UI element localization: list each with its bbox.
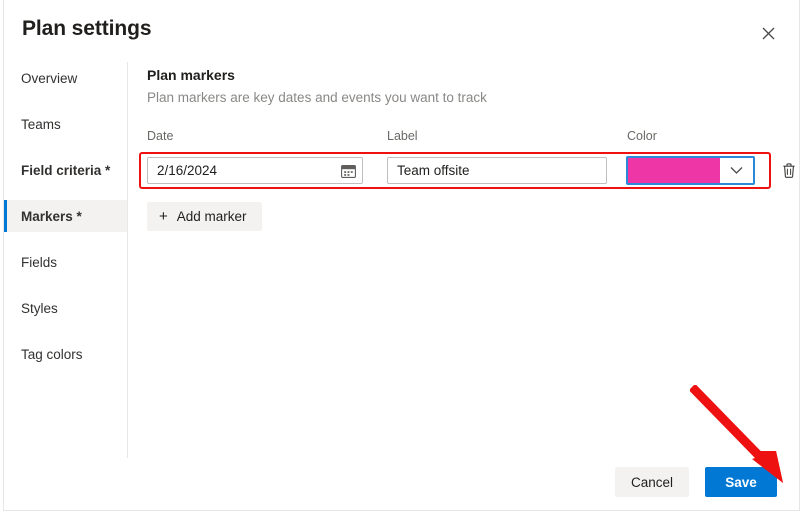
chevron-down-icon xyxy=(720,158,753,183)
add-marker-label: Add marker xyxy=(176,209,247,224)
settings-sidebar: Overview Teams Field criteria * Markers … xyxy=(4,62,128,458)
column-header-color: Color xyxy=(627,129,657,143)
sidebar-item-label: Styles xyxy=(21,300,58,316)
sidebar-item-markers[interactable]: Markers * xyxy=(4,200,127,232)
plus-icon: + xyxy=(159,208,168,225)
sidebar-item-tag-colors[interactable]: Tag colors xyxy=(4,338,127,370)
plan-settings-dialog: Plan settings Overview Teams Field crite… xyxy=(3,0,800,511)
column-header-label: Label xyxy=(387,129,418,143)
section-title: Plan markers xyxy=(147,67,235,83)
sidebar-item-teams[interactable]: Teams xyxy=(4,108,127,140)
delete-marker-button[interactable] xyxy=(778,161,800,183)
cancel-button[interactable]: Cancel xyxy=(614,467,689,497)
page-title: Plan settings xyxy=(22,17,152,40)
save-button[interactable]: Save xyxy=(705,467,777,497)
trash-icon xyxy=(781,162,797,182)
calendar-icon[interactable] xyxy=(341,164,356,178)
add-marker-button[interactable]: + Add marker xyxy=(147,202,262,231)
sidebar-item-fields[interactable]: Fields xyxy=(4,246,127,278)
sidebar-item-label: Tag colors xyxy=(21,346,83,362)
sidebar-item-label: Field criteria * xyxy=(21,162,111,178)
dialog-footer: Cancel Save xyxy=(4,457,799,510)
column-header-date: Date xyxy=(147,129,174,143)
settings-content-pane: Plan markers Plan markers are key dates … xyxy=(128,62,799,510)
section-description: Plan markers are key dates and events yo… xyxy=(147,90,487,105)
marker-color-dropdown[interactable] xyxy=(626,156,755,185)
sidebar-item-field-criteria[interactable]: Field criteria * xyxy=(4,154,127,186)
sidebar-item-label: Markers * xyxy=(21,208,82,224)
sidebar-item-label: Overview xyxy=(21,70,78,86)
close-icon xyxy=(762,27,775,40)
sidebar-item-overview[interactable]: Overview xyxy=(4,62,127,94)
sidebar-item-label: Fields xyxy=(21,254,58,270)
color-swatch xyxy=(628,158,720,183)
sidebar-item-styles[interactable]: Styles xyxy=(4,292,127,324)
dialog-header: Plan settings xyxy=(4,0,799,62)
sidebar-item-label: Teams xyxy=(21,116,61,132)
close-button[interactable] xyxy=(755,20,781,46)
marker-label-input[interactable] xyxy=(387,157,607,184)
marker-date-input[interactable] xyxy=(147,157,363,184)
